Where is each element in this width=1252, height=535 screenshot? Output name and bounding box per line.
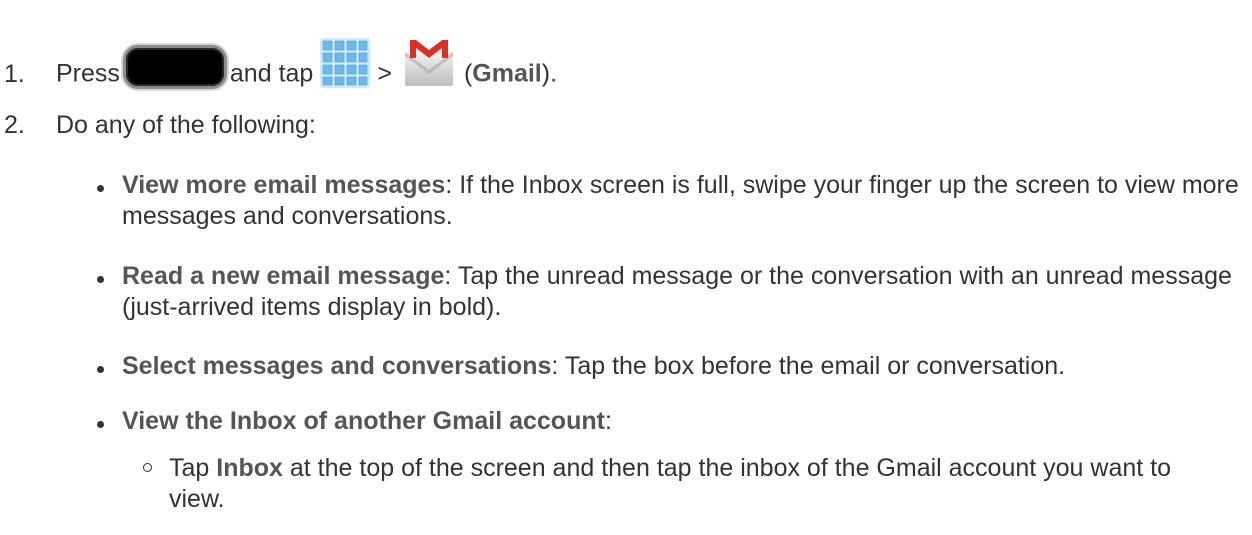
home-key-icon	[125, 48, 224, 86]
bullet-dot	[97, 366, 104, 373]
bullet-dot	[97, 276, 104, 283]
bullet-dot	[97, 185, 104, 192]
sub-list-item: Tap Inbox at the top of the screen and t…	[169, 453, 1209, 514]
list-item: Select messages and conversations: Tap t…	[122, 351, 1242, 382]
sub-item-text: at the top of the screen and then tap th…	[169, 454, 1172, 513]
list-item: View the Inbox of another Gmail account:	[122, 406, 1242, 437]
step-2-number: 2.	[4, 111, 25, 139]
step-2-text: Do any of the following:	[56, 111, 316, 139]
list-item: View more email messages: If the Inbox s…	[122, 170, 1242, 231]
list-item-text: : Tap the box before the email or conver…	[551, 352, 1066, 380]
inbox-label: Inbox	[216, 454, 283, 482]
bullet-dot	[97, 421, 104, 428]
gmail-app-label: Gmail	[472, 59, 542, 88]
list-item-text: :	[604, 407, 612, 435]
list-item-title: View the Inbox of another Gmail account	[122, 407, 605, 435]
list-item-title: View more email messages	[122, 171, 446, 199]
step-1-number: 1.	[4, 59, 25, 88]
apps-icon	[319, 37, 371, 89]
list-item-title: Read a new email message	[122, 262, 445, 290]
gmail-icon	[402, 34, 456, 88]
step-1-gt: >	[377, 59, 392, 88]
step-1-and-tap-text: and tap	[229, 59, 314, 88]
list-item-title: Select messages and conversations	[122, 352, 552, 380]
step-1: 1. Press and tap > (Gmail).	[4, 38, 558, 102]
step-1-press-text: Press	[56, 59, 120, 88]
list-item: Read a new email message: Tap the unread…	[122, 261, 1242, 322]
step-2: 2. Do any of the following:	[4, 110, 316, 141]
step-1-paren-close: ).	[541, 59, 558, 88]
sub-item-tap: Tap	[169, 454, 217, 482]
sub-bullet-circle	[143, 463, 152, 472]
